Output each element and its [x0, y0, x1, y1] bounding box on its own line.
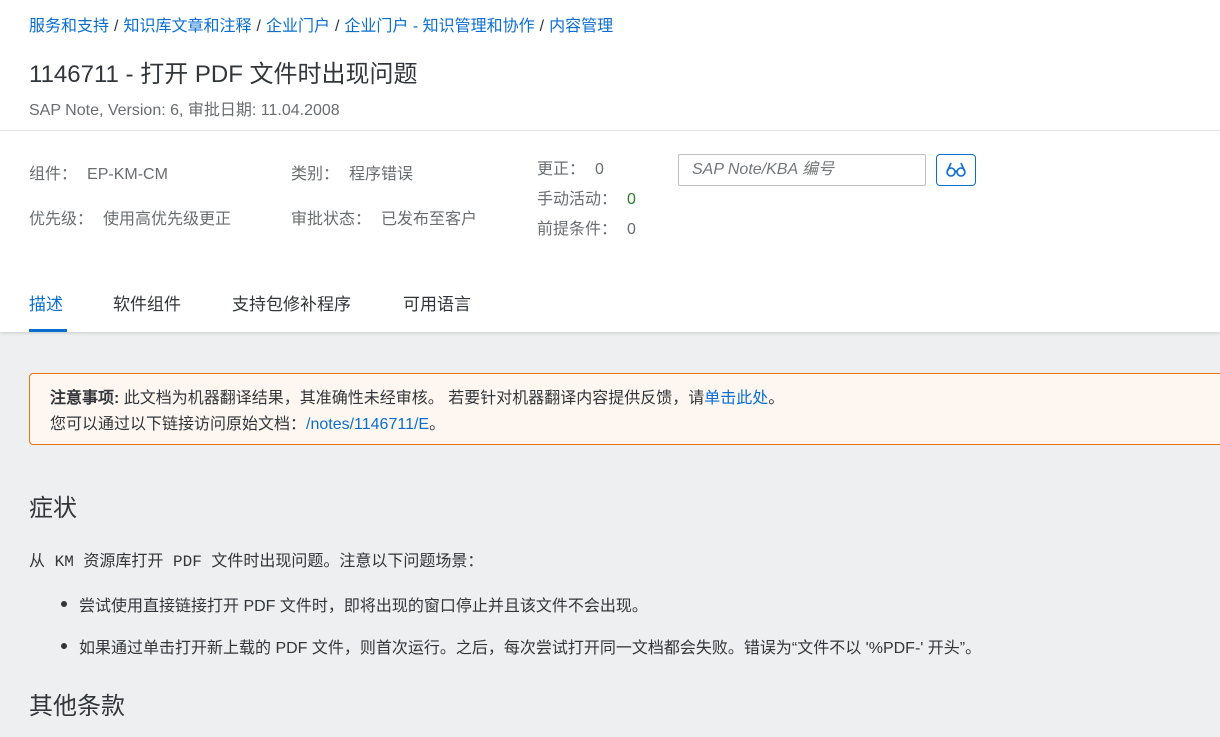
corrections-attribute: 更正： 0 — [537, 155, 604, 179]
list-item-text: 如果通过单击打开新上载的 PDF 文件，则首次运行。之后，每次尝试打开同一文档都… — [79, 640, 982, 657]
category-value: 程序错误 — [349, 166, 414, 183]
breadcrumb-item-content-mgmt[interactable]: 内容管理 — [549, 18, 613, 35]
other-terms-heading: 其他条款 — [29, 693, 125, 720]
approval-attribute: 审批状态： 已发布至客户 — [291, 205, 477, 229]
approval-label: 审批状态： — [291, 211, 372, 228]
search-button[interactable] — [936, 154, 976, 186]
prerequisites-label: 前提条件： — [537, 221, 618, 238]
category-attribute: 类别： 程序错误 — [291, 160, 413, 184]
priority-attribute: 优先级： 使用高优先级更正 — [29, 205, 231, 229]
prerequisites-attribute: 前提条件： 0 — [537, 215, 636, 239]
notice-line-2: 您可以通过以下链接访问原始文档：/notes/1146711/E。 — [50, 412, 1208, 438]
feedback-link[interactable]: 单击此处 — [704, 390, 768, 407]
header-divider — [0, 130, 1220, 131]
priority-label: 优先级： — [29, 211, 94, 228]
tab-languages[interactable]: 可用语言 — [403, 290, 471, 332]
bullet-dot — [61, 643, 67, 649]
glasses-icon — [945, 160, 967, 181]
tab-description-label: 描述 — [29, 295, 63, 314]
notice-punct: 。 — [429, 416, 446, 433]
breadcrumb-item-support[interactable]: 服务和支持 — [29, 18, 109, 35]
note-header: 服务和支持 / 知识库文章和注释 / 企业门户 / 企业门户 - 知识管理和协作 / 内容管理 … — [0, 0, 1220, 332]
breadcrumb-item-km-collab[interactable]: 企业门户 - 知识管理和协作 — [344, 18, 534, 35]
list-item-text: 尝试使用直接链接打开 PDF 文件时，即将出现的窗口停止并且该文件不会出现。 — [79, 598, 648, 615]
symptom-heading: 症状 — [29, 495, 77, 522]
bullet-dot — [61, 601, 67, 607]
list-item: 如果通过单击打开新上载的 PDF 文件，则首次运行。之后，每次尝试打开同一文档都… — [57, 634, 981, 658]
notice-line-1: 注意事项: 此文档为机器翻译结果，其准确性未经审核。 若要针对机器翻译内容提供反… — [50, 386, 1208, 412]
original-doc-text: 您可以通过以下链接访问原始文档： — [50, 416, 307, 433]
breadcrumb-item-kb-articles[interactable]: 知识库文章和注释 — [123, 18, 251, 35]
breadcrumb-separator: / — [114, 18, 119, 35]
active-tab-indicator — [29, 329, 67, 332]
component-attribute: 组件： EP-KM-CM — [29, 160, 168, 184]
tab-software-components[interactable]: 软件组件 — [113, 290, 181, 332]
notice-text: 此文档为机器翻译结果，其准确性未经审核。 若要针对机器翻译内容提供反馈，请 — [119, 390, 705, 407]
tab-support-packages-label: 支持包修补程序 — [232, 295, 351, 314]
tab-software-components-label: 软件组件 — [113, 295, 181, 314]
prerequisites-value: 0 — [627, 221, 636, 238]
note-number-search-input[interactable] — [678, 154, 926, 186]
breadcrumb: 服务和支持 / 知识库文章和注释 / 企业门户 / 企业门户 - 知识管理和协作 / 内容管理 — [29, 12, 613, 36]
breadcrumb-separator: / — [334, 18, 340, 35]
component-label: 组件： — [29, 166, 78, 183]
category-label: 类别： — [291, 166, 340, 183]
breadcrumb-item-portal[interactable]: 企业门户 — [266, 18, 330, 35]
machine-translation-notice: 注意事项: 此文档为机器翻译结果，其准确性未经审核。 若要针对机器翻译内容提供反… — [29, 373, 1220, 445]
manual-activities-attribute: 手动活动： 0 — [537, 185, 636, 209]
symptom-intro: 从 KM 资源库打开 PDF 文件时出现问题。注意以下问题场景： — [29, 553, 484, 571]
list-item: 尝试使用直接链接打开 PDF 文件时，即将出现的窗口停止并且该文件不会出现。 — [57, 592, 981, 634]
corrections-label: 更正： — [537, 161, 586, 178]
tab-bar: 描述 软件组件 支持包修补程序 可用语言 — [0, 290, 1220, 332]
notice-punct: 。 — [768, 390, 785, 407]
tab-languages-label: 可用语言 — [403, 295, 471, 314]
tab-support-packages[interactable]: 支持包修补程序 — [232, 290, 351, 332]
approval-value: 已发布至客户 — [381, 211, 478, 228]
breadcrumb-separator: / — [539, 18, 545, 35]
page-title: 1146711 - 打开 PDF 文件时出现问题 — [29, 61, 418, 88]
manual-activities-label: 手动活动： — [537, 191, 618, 208]
manual-activities-value: 0 — [627, 191, 636, 208]
note-subtitle: SAP Note, Version: 6, 审批日期: 11.04.2008 — [29, 102, 340, 119]
corrections-value: 0 — [595, 161, 604, 178]
notice-label: 注意事项: — [50, 390, 120, 407]
component-value: EP-KM-CM — [87, 166, 168, 183]
priority-value: 使用高优先级更正 — [103, 211, 232, 228]
original-doc-link[interactable]: /notes/1146711/E — [306, 416, 429, 433]
breadcrumb-separator: / — [256, 18, 261, 35]
tab-description[interactable]: 描述 — [29, 290, 67, 332]
symptom-list: 尝试使用直接链接打开 PDF 文件时，即将出现的窗口停止并且该文件不会出现。 如… — [57, 592, 981, 658]
